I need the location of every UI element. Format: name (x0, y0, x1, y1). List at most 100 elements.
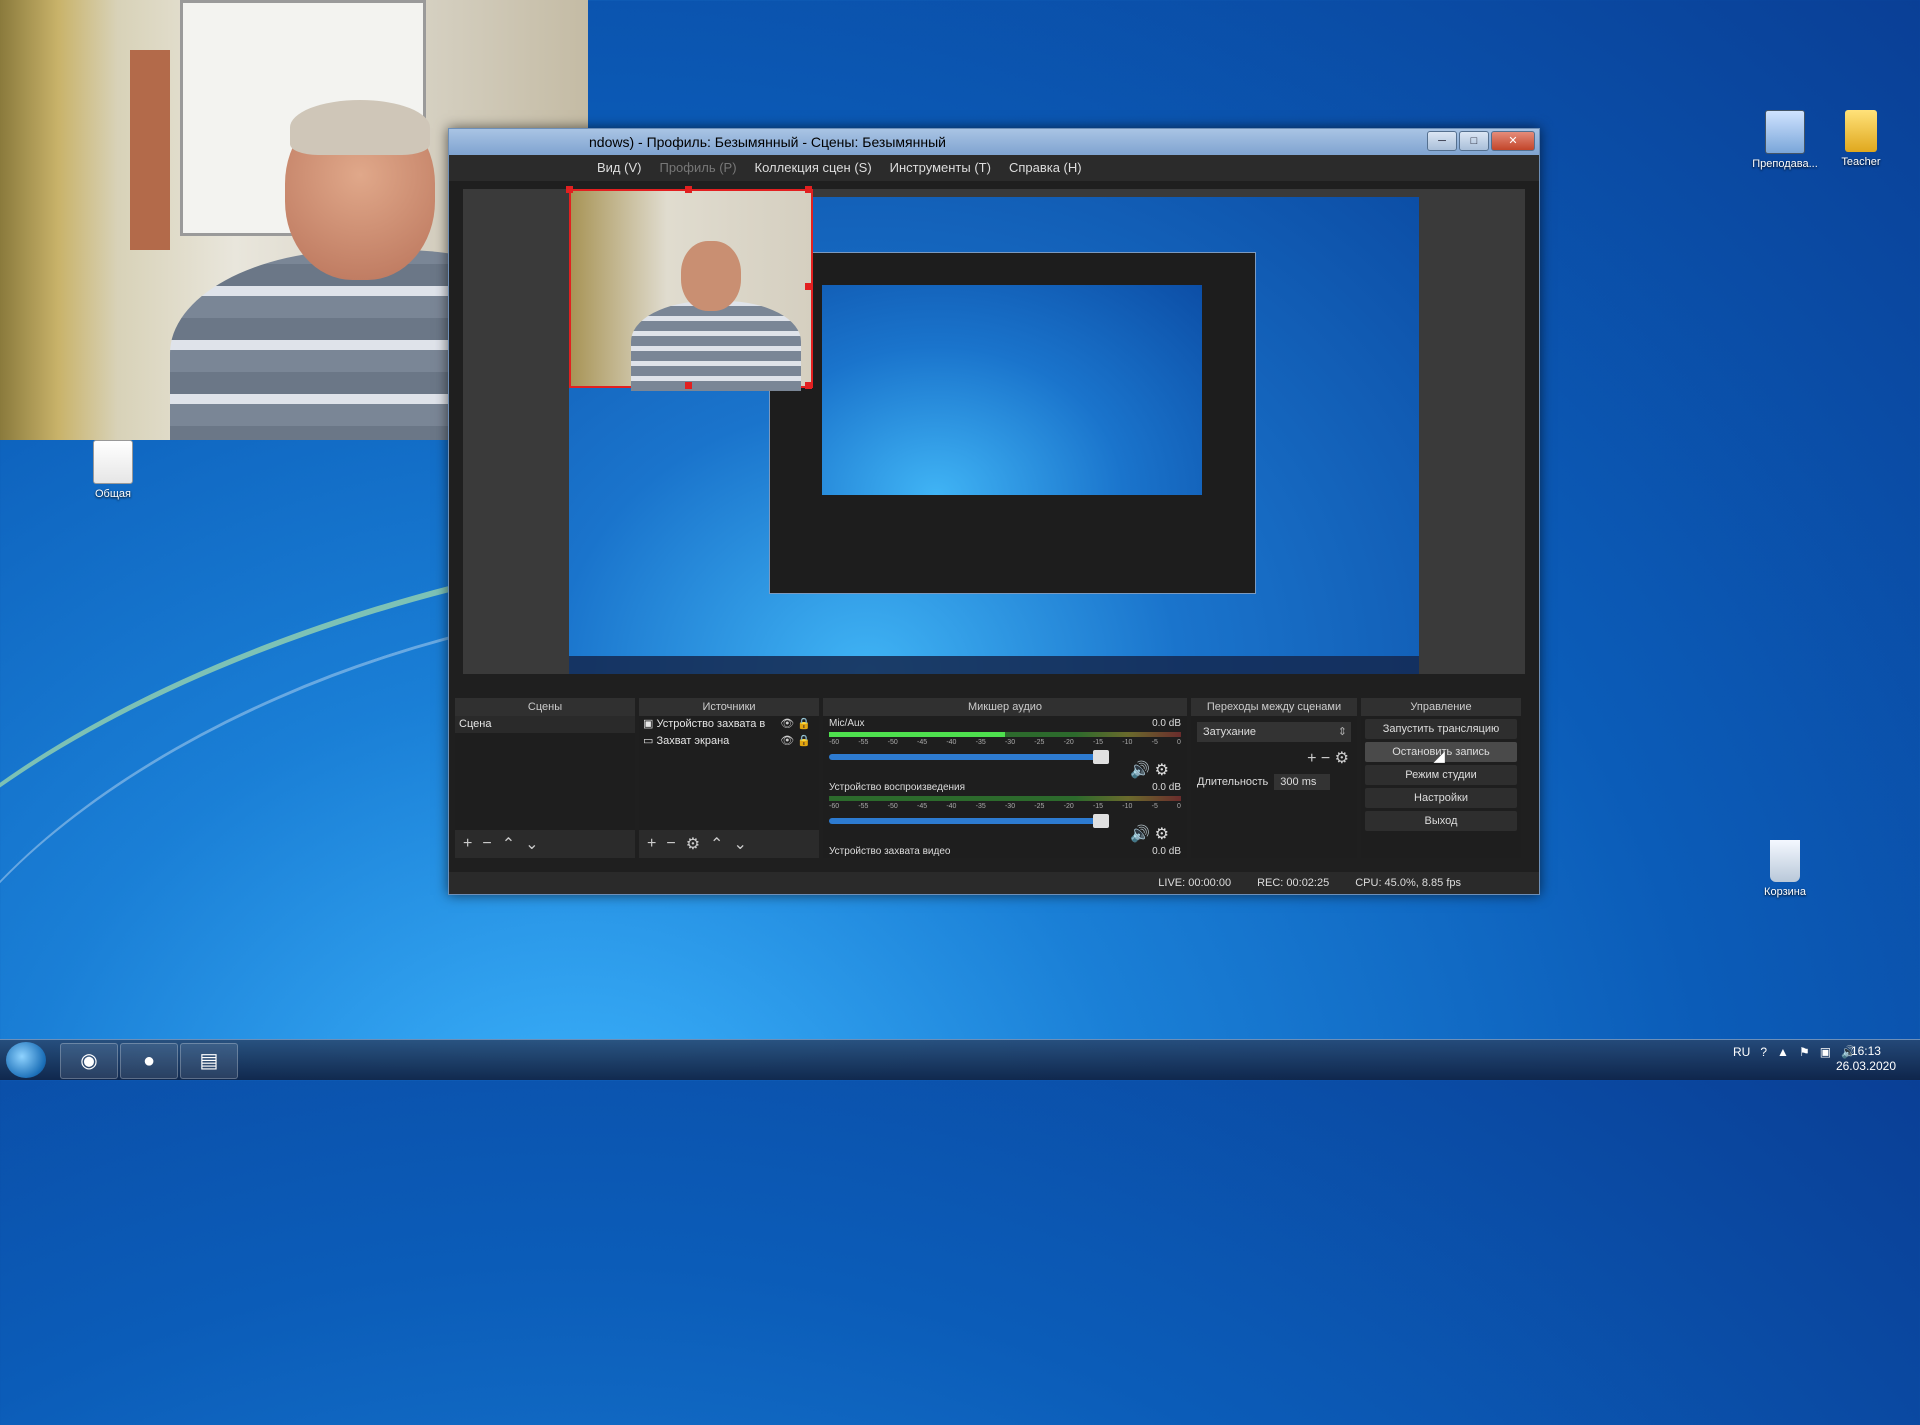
start-orb-icon[interactable] (6, 1042, 46, 1078)
teacher-shortcut-icon (1765, 110, 1805, 154)
obs-window[interactable]: ndows) - Профиль: Безымянный - Сцены: Бе… (448, 128, 1540, 895)
obs-icon[interactable]: ● (120, 1043, 178, 1079)
mixer-body: Mic/Aux 0.0 dB -60 -55 -50 -45 -40 -35 -30 -25 -2… (823, 716, 1187, 858)
live-status: LIVE: 00:00:00 (1158, 877, 1232, 889)
controls-dock: Управление Запустить трансляцию Останови… (1361, 698, 1521, 858)
move-up-icon[interactable]: ⌃ (710, 834, 723, 854)
transition-value: Затухание (1203, 726, 1257, 738)
window-title: ndows) - Профиль: Безымянный - Сцены: Бе… (589, 134, 946, 150)
recursive-obs-preview (769, 252, 1256, 594)
audio-mixer-dock: Микшер аудио Mic/Aux 0.0 dB -60 -55 -50 -45-… (823, 698, 1187, 858)
shared-folder-icon (93, 440, 133, 484)
move-up-icon[interactable]: ⌃ (502, 834, 515, 854)
wall-poster (130, 50, 170, 250)
window-controls: ─ □ ✕ (1427, 131, 1535, 151)
resize-handle[interactable] (805, 186, 812, 193)
add-icon[interactable]: + (1307, 750, 1316, 767)
source-item[interactable]: ▭ Захват экрана 👁 🔒 (639, 733, 819, 750)
recursive-canvas (822, 285, 1202, 495)
remove-icon[interactable]: − (1321, 750, 1330, 767)
source-item[interactable]: ▣ Устройство захвата в 👁 🔒 (639, 716, 819, 733)
menu-profile[interactable]: Профиль (P) (659, 155, 736, 181)
camera-icon: ▣ (643, 718, 657, 730)
desktop-icon-label: Общая (95, 488, 131, 500)
meter-ticks: -60 -55 -50 -45 -40 -35 -30 -25 -20 -15 -10 -5 0 (829, 739, 1181, 746)
scenes-dock-title: Сцены (455, 698, 635, 716)
start-streaming-button[interactable]: Запустить трансляцию (1365, 719, 1517, 739)
resize-handle[interactable] (685, 382, 692, 389)
transitions-dock: Переходы между сценами Затухание ⇕ + − ⚙ … (1191, 698, 1357, 858)
slider-handle[interactable] (1093, 750, 1109, 764)
maximize-button[interactable]: □ (1459, 131, 1489, 151)
exit-button[interactable]: Выход (1365, 811, 1517, 831)
explorer-icon[interactable]: ▤ (180, 1043, 238, 1079)
minimize-button[interactable]: ─ (1427, 131, 1457, 151)
resize-handle[interactable] (685, 186, 692, 193)
person-hair (290, 100, 430, 155)
settings-button[interactable]: Настройки (1365, 788, 1517, 808)
mixer-track: Устройство захвата видео 0.0 dB (823, 846, 1187, 862)
slider-handle[interactable] (1093, 814, 1109, 828)
webcam-source-selected[interactable] (569, 189, 813, 391)
speaker-gear-icons[interactable]: 🔊 ⚙ (1130, 760, 1169, 780)
desktop-icon-label: Teacher (1841, 156, 1881, 168)
network-icon[interactable]: ▣ (1820, 1045, 1831, 1059)
volume-slider[interactable] (829, 814, 1109, 828)
chevron-updown-icon: ⇕ (1337, 726, 1347, 738)
desktop-icon-teacher-folder[interactable]: Teacher (1816, 110, 1906, 168)
volume-slider[interactable] (829, 750, 1109, 764)
sources-dock-title: Источники (639, 698, 819, 716)
remove-icon[interactable]: − (666, 835, 675, 853)
volume-meter (829, 796, 1181, 801)
monitor-icon: ▭ (643, 735, 657, 747)
controls-body: Запустить трансляцию Остановить запись Р… (1361, 716, 1521, 858)
scenes-toolbar: + − ⌃ ⌄ (455, 830, 635, 858)
desktop-icon-recycle-bin[interactable]: Корзина (1740, 840, 1830, 898)
preview-area[interactable] (463, 186, 1525, 674)
rec-status: REC: 00:02:25 (1257, 877, 1330, 889)
resize-handle[interactable] (805, 283, 812, 290)
window-titlebar[interactable]: ndows) - Профиль: Безымянный - Сцены: Бе… (449, 129, 1539, 155)
track-db: 0.0 dB (1152, 846, 1181, 857)
visibility-lock-icons[interactable]: 👁 🔒 (780, 733, 811, 750)
preview-taskbar (569, 656, 1419, 674)
desktop-icon-shared[interactable]: Общая (68, 440, 158, 500)
meter-ticks: -60 -55 -50 -45 -40 -35 -30 -25 -20 -15 -10 -5 0 (829, 803, 1181, 810)
add-icon[interactable]: + (647, 835, 656, 853)
menu-view[interactable]: Вид (V) (597, 155, 641, 181)
menu-scene-collection[interactable]: Коллекция сцен (S) (755, 155, 872, 181)
add-icon[interactable]: + (463, 835, 472, 853)
transition-select[interactable]: Затухание ⇕ (1197, 722, 1351, 742)
volume-meter (829, 732, 1181, 737)
remove-icon[interactable]: − (482, 835, 491, 853)
source-label: Устройство захвата в (656, 718, 766, 730)
duration-input[interactable]: 300 ms (1274, 774, 1331, 790)
menu-help[interactable]: Справка (H) (1009, 155, 1082, 181)
resize-handle[interactable] (805, 382, 812, 389)
preview-person-body (631, 301, 801, 391)
gear-icon[interactable]: ⚙ (1335, 750, 1349, 767)
move-down-icon[interactable]: ⌄ (733, 834, 746, 854)
track-db: 0.0 dB (1152, 782, 1181, 793)
controls-dock-title: Управление (1361, 698, 1521, 716)
resize-handle[interactable] (566, 186, 573, 193)
scene-item[interactable]: Сцена (455, 716, 635, 733)
language-indicator[interactable]: RU (1733, 1045, 1750, 1059)
studio-mode-button[interactable]: Режим студии (1365, 765, 1517, 785)
close-button[interactable]: ✕ (1491, 131, 1535, 151)
show-hidden-icon[interactable]: ▲ (1777, 1045, 1789, 1059)
menu-tools[interactable]: Инструменты (T) (890, 155, 991, 181)
clock-date: 26.03.2020 (1835, 1059, 1896, 1073)
duration-row: Длительность 300 ms (1191, 768, 1357, 790)
firefox-icon[interactable]: ◉ (60, 1043, 118, 1079)
track-name: Mic/Aux (829, 718, 865, 729)
flag-icon[interactable]: ⚑ (1799, 1045, 1810, 1059)
speaker-gear-icons[interactable]: 🔊 ⚙ (1130, 824, 1169, 844)
visibility-lock-icons[interactable]: 👁 🔒 (780, 716, 811, 733)
track-db: 0.0 dB (1152, 718, 1181, 729)
clock[interactable]: 16:13 26.03.2020 (1836, 1044, 1896, 1074)
help-icon[interactable]: ? (1760, 1045, 1767, 1059)
gear-icon[interactable]: ⚙ (686, 834, 700, 854)
move-down-icon[interactable]: ⌄ (525, 834, 538, 854)
track-name: Устройство воспроизведения (829, 782, 966, 793)
